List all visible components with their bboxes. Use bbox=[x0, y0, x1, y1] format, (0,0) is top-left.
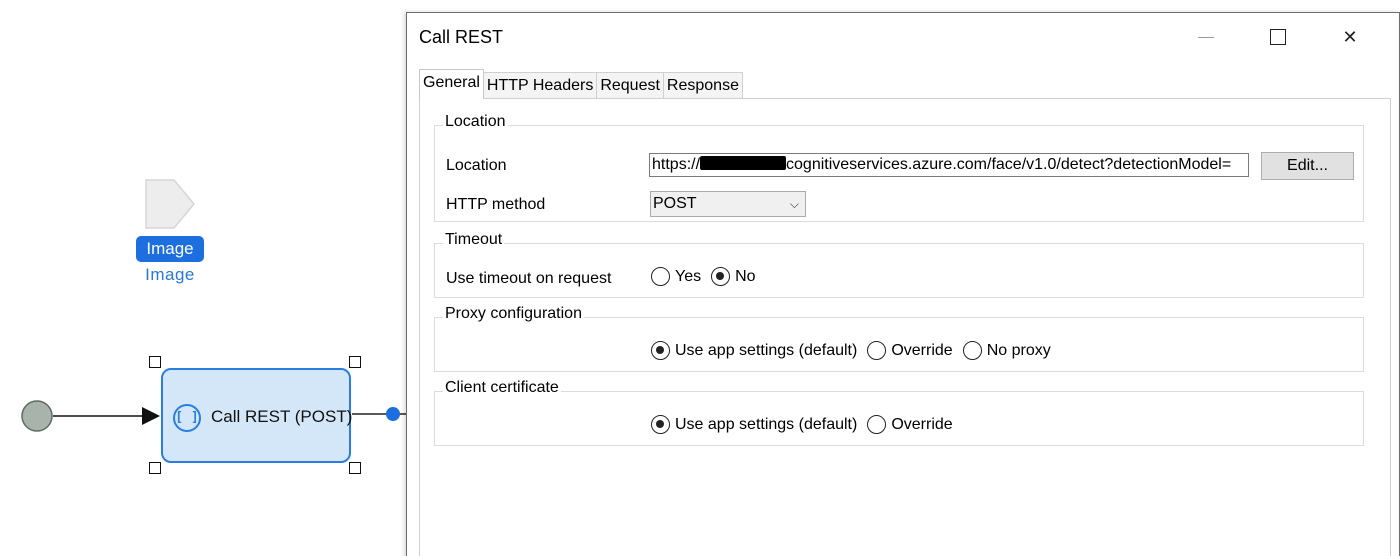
location-label: Location bbox=[446, 157, 507, 174]
certificate-group-title: Client certificate bbox=[443, 379, 561, 397]
redacted-host bbox=[700, 156, 787, 170]
timeout-options: Yes No bbox=[651, 267, 766, 286]
location-url-prefix: https:// bbox=[652, 156, 701, 173]
dialog-title: Call REST bbox=[419, 27, 504, 47]
http-method-select[interactable]: POST ⌵ bbox=[650, 191, 806, 217]
location-field[interactable]: https:// cognitiveservices.azure.com/face… bbox=[649, 153, 1249, 177]
no-proxy-radio[interactable]: No proxy bbox=[962, 341, 1051, 360]
parameter-name: Image bbox=[145, 265, 195, 284]
use-timeout-label: Use timeout on request bbox=[446, 270, 612, 287]
close-button[interactable]: ✕ bbox=[1315, 13, 1385, 61]
maximize-icon bbox=[1270, 29, 1286, 45]
rest-call-icon: [ ] bbox=[173, 404, 201, 432]
radio-label: Override bbox=[891, 415, 953, 433]
close-icon: ✕ bbox=[1342, 26, 1358, 47]
resize-handle-bottom-left[interactable] bbox=[149, 462, 161, 474]
activity-label: Call REST (POST) bbox=[211, 407, 353, 426]
location-url-suffix: cognitiveservices.azure.com/face/v1.0/de… bbox=[786, 156, 1232, 173]
timeout-no-radio[interactable]: No bbox=[711, 267, 756, 286]
parameter-shape-icon[interactable] bbox=[144, 178, 196, 230]
proxy-options: Use app settings (default) Override No p… bbox=[651, 341, 1061, 360]
resize-handle-top-right[interactable] bbox=[349, 356, 361, 368]
tab-general[interactable]: General bbox=[419, 69, 484, 99]
chevron-down-icon: ⌵ bbox=[789, 197, 799, 211]
proxy-app-settings-radio[interactable]: Use app settings (default) bbox=[651, 341, 857, 360]
radio-label: Use app settings (default) bbox=[675, 415, 858, 433]
connection-point-icon bbox=[386, 407, 400, 421]
radio-label: Override bbox=[891, 341, 953, 359]
tab-request[interactable]: Request bbox=[596, 72, 664, 99]
proxy-override-radio[interactable]: Override bbox=[867, 341, 953, 360]
certificate-options: Use app settings (default) Override bbox=[651, 415, 963, 434]
radio-on-icon bbox=[651, 415, 670, 434]
radio-off-icon bbox=[867, 341, 887, 360]
proxy-group-title: Proxy configuration bbox=[443, 305, 584, 323]
radio-on-icon bbox=[711, 267, 731, 286]
resize-handle-bottom-right[interactable] bbox=[349, 462, 361, 474]
radio-label: No proxy bbox=[986, 341, 1051, 359]
timeout-group-title: Timeout bbox=[443, 231, 505, 249]
radio-label: Use app settings (default) bbox=[675, 341, 858, 359]
certificate-override-radio[interactable]: Override bbox=[867, 415, 953, 434]
radio-off-icon bbox=[651, 267, 670, 286]
minimize-icon bbox=[1198, 36, 1214, 38]
microflow-canvas[interactable]: Image Image [ ] Call REST (POST) bbox=[0, 0, 410, 556]
location-group: Location Location https:// cognitiveservi… bbox=[434, 113, 1364, 222]
tab-http-headers[interactable]: HTTP Headers bbox=[482, 72, 598, 99]
parameter-tag[interactable]: Image bbox=[136, 236, 204, 262]
edit-location-button[interactable]: Edit... bbox=[1261, 152, 1354, 180]
call-rest-activity[interactable]: [ ] Call REST (POST) bbox=[161, 368, 353, 463]
proxy-configuration-group: Proxy configuration Use app settings (de… bbox=[434, 305, 1364, 372]
minimize-button[interactable] bbox=[1171, 13, 1241, 61]
http-method-value: POST bbox=[653, 195, 697, 212]
radio-on-icon bbox=[651, 341, 670, 360]
certificate-app-settings-radio[interactable]: Use app settings (default) bbox=[651, 415, 857, 434]
radio-label: Yes bbox=[675, 267, 702, 285]
radio-label: No bbox=[735, 267, 756, 285]
title-bar[interactable]: Call REST ✕ bbox=[407, 13, 1399, 65]
resize-handle-top-left[interactable] bbox=[149, 356, 161, 368]
general-tab-page: Location Location https:// cognitiveservi… bbox=[419, 98, 1391, 556]
tab-strip: General HTTP Headers Request Response bbox=[419, 69, 743, 99]
timeout-yes-radio[interactable]: Yes bbox=[651, 267, 701, 286]
client-certificate-group: Client certificate Use app settings (def… bbox=[434, 379, 1364, 446]
location-group-title: Location bbox=[443, 113, 508, 131]
start-event-icon bbox=[21, 400, 53, 432]
http-method-label: HTTP method bbox=[446, 196, 546, 213]
radio-off-icon bbox=[867, 415, 887, 434]
radio-off-icon bbox=[962, 341, 982, 360]
maximize-button[interactable] bbox=[1243, 13, 1313, 61]
timeout-group: Timeout Use timeout on request Yes No bbox=[434, 231, 1364, 298]
call-rest-dialog: Call REST ✕ General HTTP Headers Request… bbox=[406, 12, 1400, 556]
tab-response[interactable]: Response bbox=[662, 72, 743, 99]
arrowhead-icon bbox=[142, 407, 160, 425]
